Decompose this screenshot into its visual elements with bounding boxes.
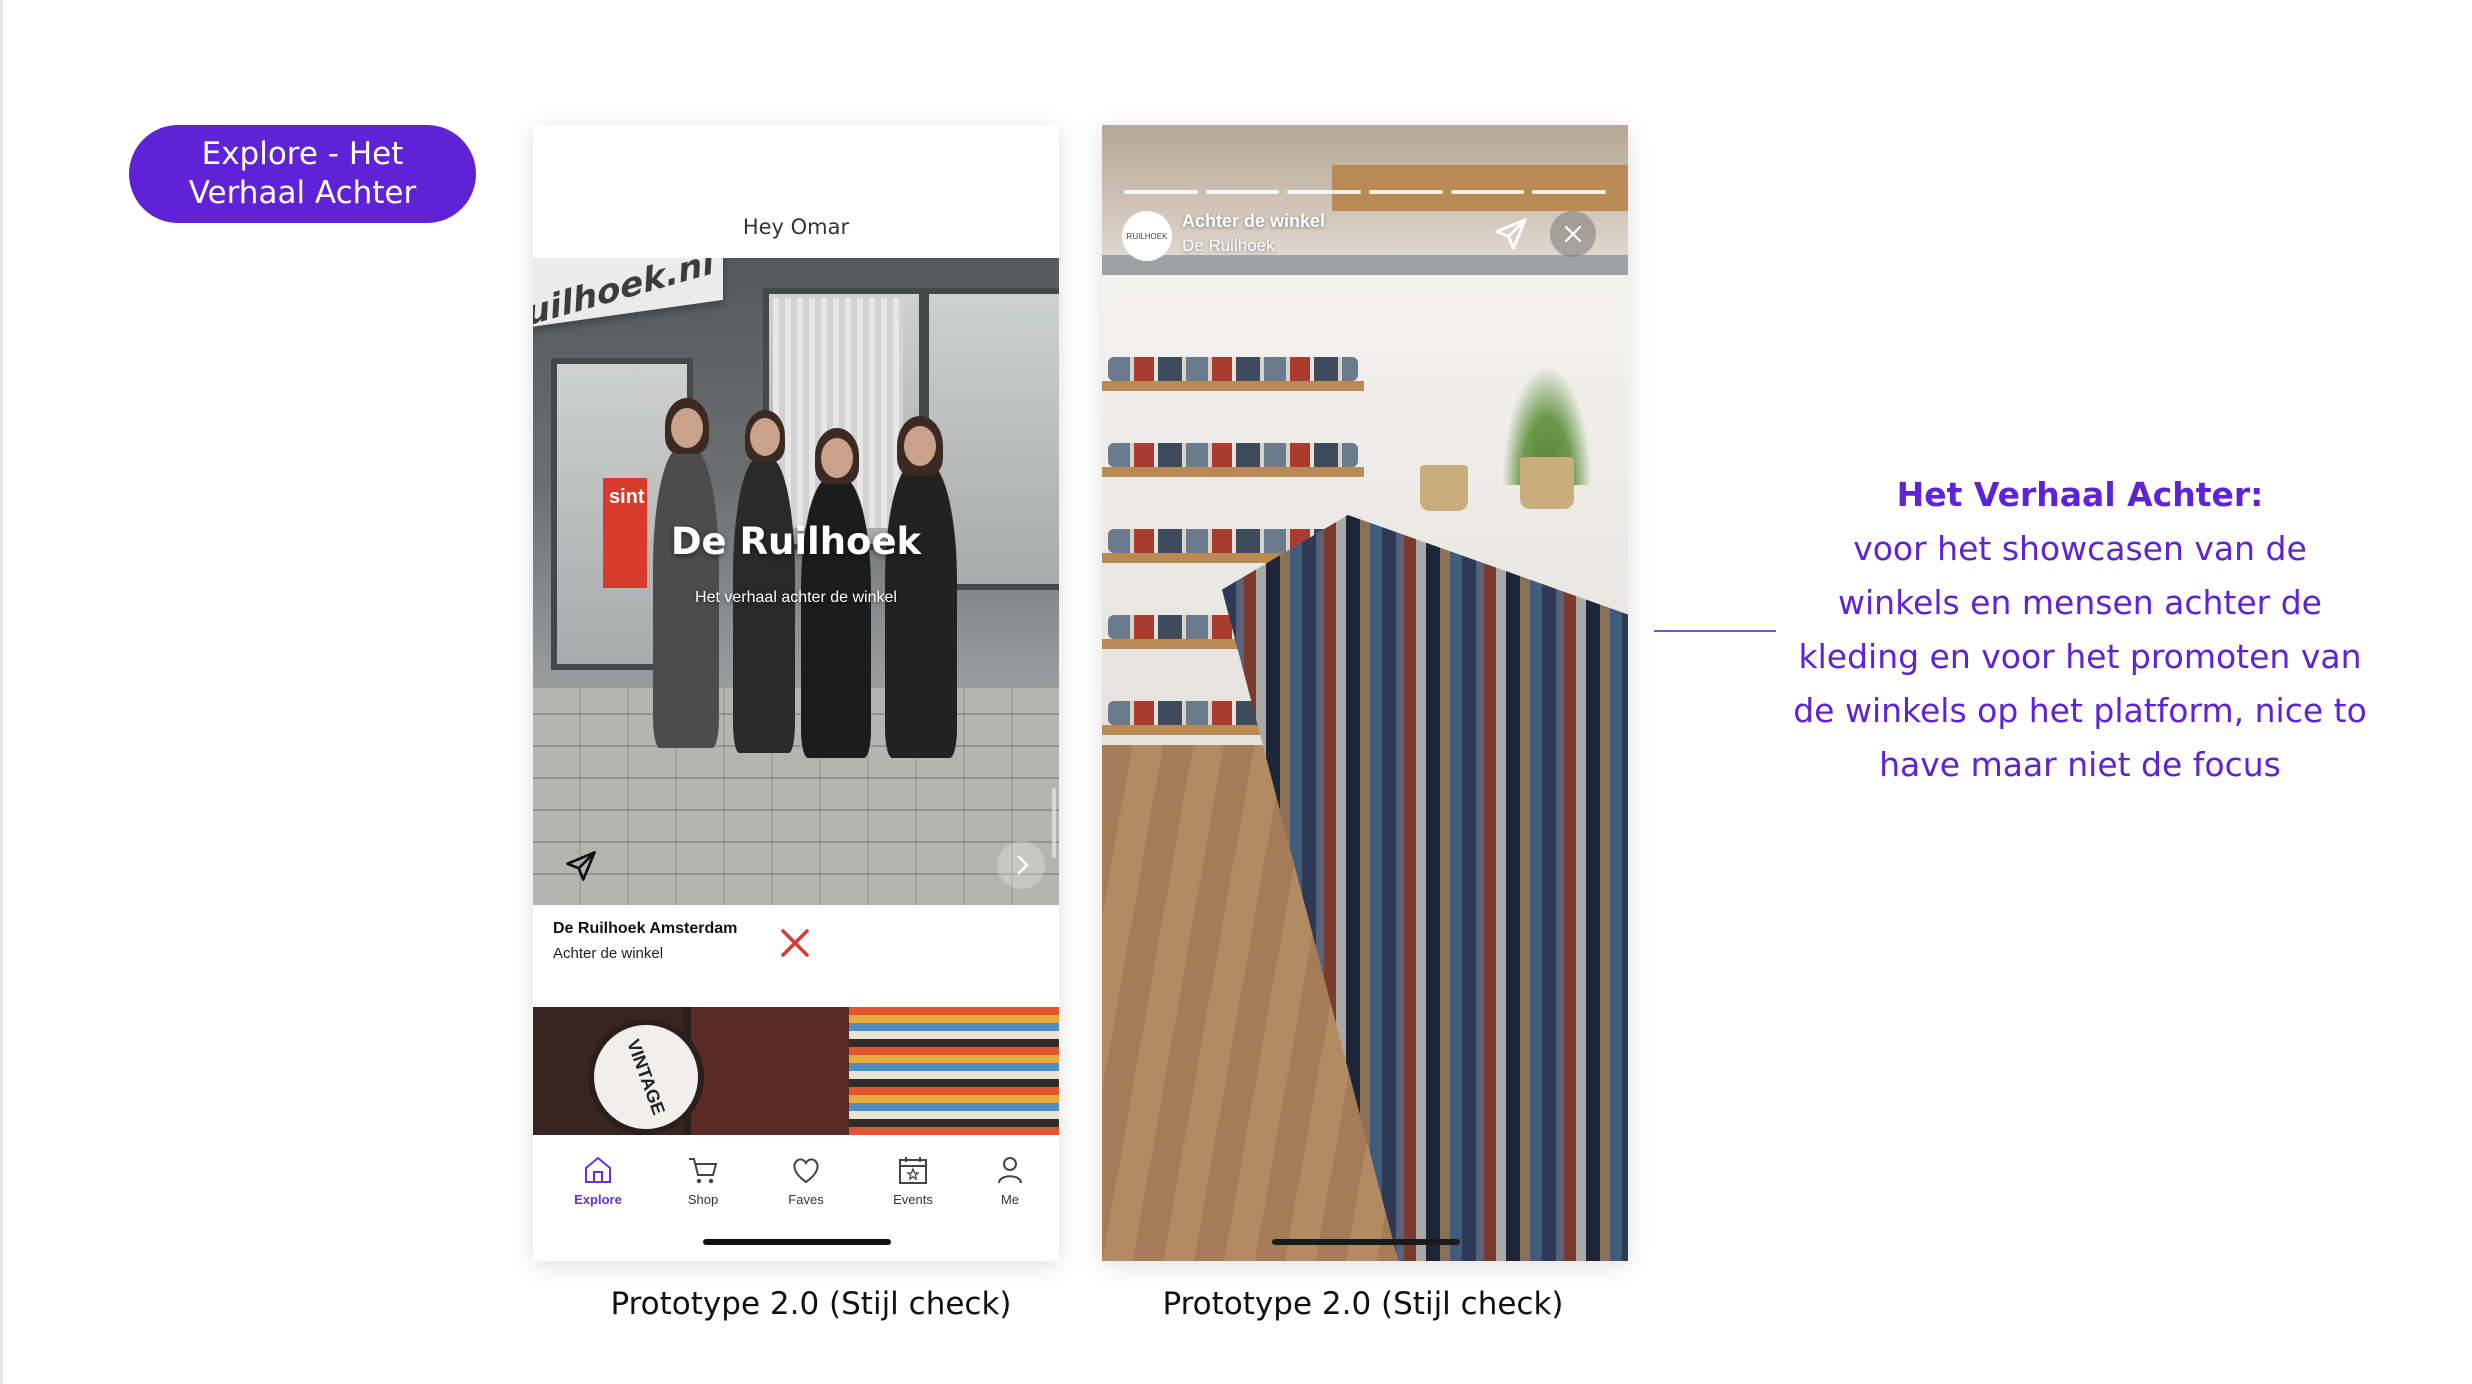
phone2-caption: Prototype 2.0 (Stijl check) (1162, 1286, 1564, 1322)
send-icon[interactable] (563, 848, 599, 884)
note-heading: Het Verhaal Achter: (1896, 475, 2264, 514)
store-subtitle: Achter de winkel (553, 945, 664, 962)
shoe-row (1108, 443, 1358, 467)
send-icon[interactable] (1492, 215, 1530, 253)
pavement (533, 688, 1059, 905)
slide-left-border (0, 0, 3, 1384)
story-subtitle: De Ruilhoek (1182, 236, 1275, 255)
connector-line (1654, 630, 1776, 632)
wood-beam (1332, 165, 1628, 211)
poster-text: sint (609, 486, 645, 508)
tab-shop[interactable]: Shop (663, 1153, 743, 1207)
home-indicator (1272, 1239, 1460, 1245)
plant-pot (1520, 457, 1574, 509)
tab-label: Events (893, 1192, 933, 1207)
striped-facade (849, 1007, 1059, 1135)
scroll-indicator (1052, 788, 1056, 858)
annotation-note: Het Verhaal Achter: voor het showcasen v… (1790, 468, 2370, 792)
cart-icon (689, 1158, 718, 1184)
tab-label: Faves (788, 1192, 824, 1207)
section-label-text: Explore - Het Verhaal Achter (188, 136, 417, 211)
note-body: voor het showcasen van de winkels en men… (1793, 529, 2367, 784)
story-title: Achter de winkel (1182, 211, 1326, 231)
tab-explore[interactable]: Explore (558, 1153, 638, 1207)
phone-mockup-explore: Hey Omar uilhoek.nl sint De Ruilhoek Het… (533, 125, 1059, 1261)
close-story-button[interactable] (1550, 211, 1596, 257)
ceiling-pipe (1102, 255, 1628, 275)
hero-subtitle: Het verhaal achter de winkel (695, 589, 897, 606)
chevron-right-icon[interactable] (997, 841, 1045, 889)
person-figure (885, 463, 957, 758)
store-name: De Ruilhoek Amsterdam (553, 920, 738, 937)
progress-segment (1450, 190, 1525, 194)
hero-title: De Ruilhoek (670, 520, 922, 563)
close-icon[interactable] (777, 925, 813, 961)
phone-mockup-story: RUILHOEK Achter de winkel De Ruilhoek (1102, 125, 1628, 1261)
greeting-text: Hey Omar (742, 215, 850, 239)
progress-segment (1287, 190, 1362, 194)
awning-text: uilhoek.nl (533, 258, 717, 335)
shop-awning: uilhoek.nl (533, 258, 723, 334)
tab-faves[interactable]: Faves (766, 1153, 846, 1207)
heart-icon (793, 1158, 819, 1184)
calendar-icon (899, 1157, 927, 1184)
phone1-caption: Prototype 2.0 (Stijl check) (610, 1286, 1012, 1322)
person-head (671, 408, 703, 448)
shelf (1102, 467, 1364, 477)
hero-story-card[interactable]: uilhoek.nl sint De Ruilhoek Het verhaal … (533, 258, 1059, 905)
home-icon (585, 1156, 611, 1183)
tab-events[interactable]: Events (873, 1153, 953, 1207)
person-head (821, 438, 853, 478)
story-progress-bar (1124, 190, 1607, 194)
next-story-card[interactable]: VINTAGE (533, 1007, 1059, 1135)
progress-segment (1124, 190, 1198, 194)
tab-label: Shop (687, 1192, 719, 1207)
tab-me[interactable]: Me (970, 1153, 1050, 1207)
plant-pot (1420, 465, 1468, 511)
person-head (904, 426, 936, 466)
progress-segment (1369, 190, 1443, 194)
shelf (1102, 381, 1364, 391)
shopfront (683, 1007, 859, 1135)
home-indicator (703, 1239, 891, 1245)
progress-segment (1532, 190, 1607, 194)
shoe-row (1108, 357, 1358, 381)
close-icon (1564, 225, 1582, 243)
store-logo[interactable]: RUILHOEK (1122, 211, 1172, 261)
person-head (750, 418, 780, 456)
section-label-pill: Explore - Het Verhaal Achter (129, 125, 476, 223)
tab-label: Me (1000, 1192, 1020, 1207)
progress-segment (1205, 190, 1280, 194)
tab-label: Explore (574, 1192, 622, 1207)
user-icon (998, 1157, 1022, 1184)
